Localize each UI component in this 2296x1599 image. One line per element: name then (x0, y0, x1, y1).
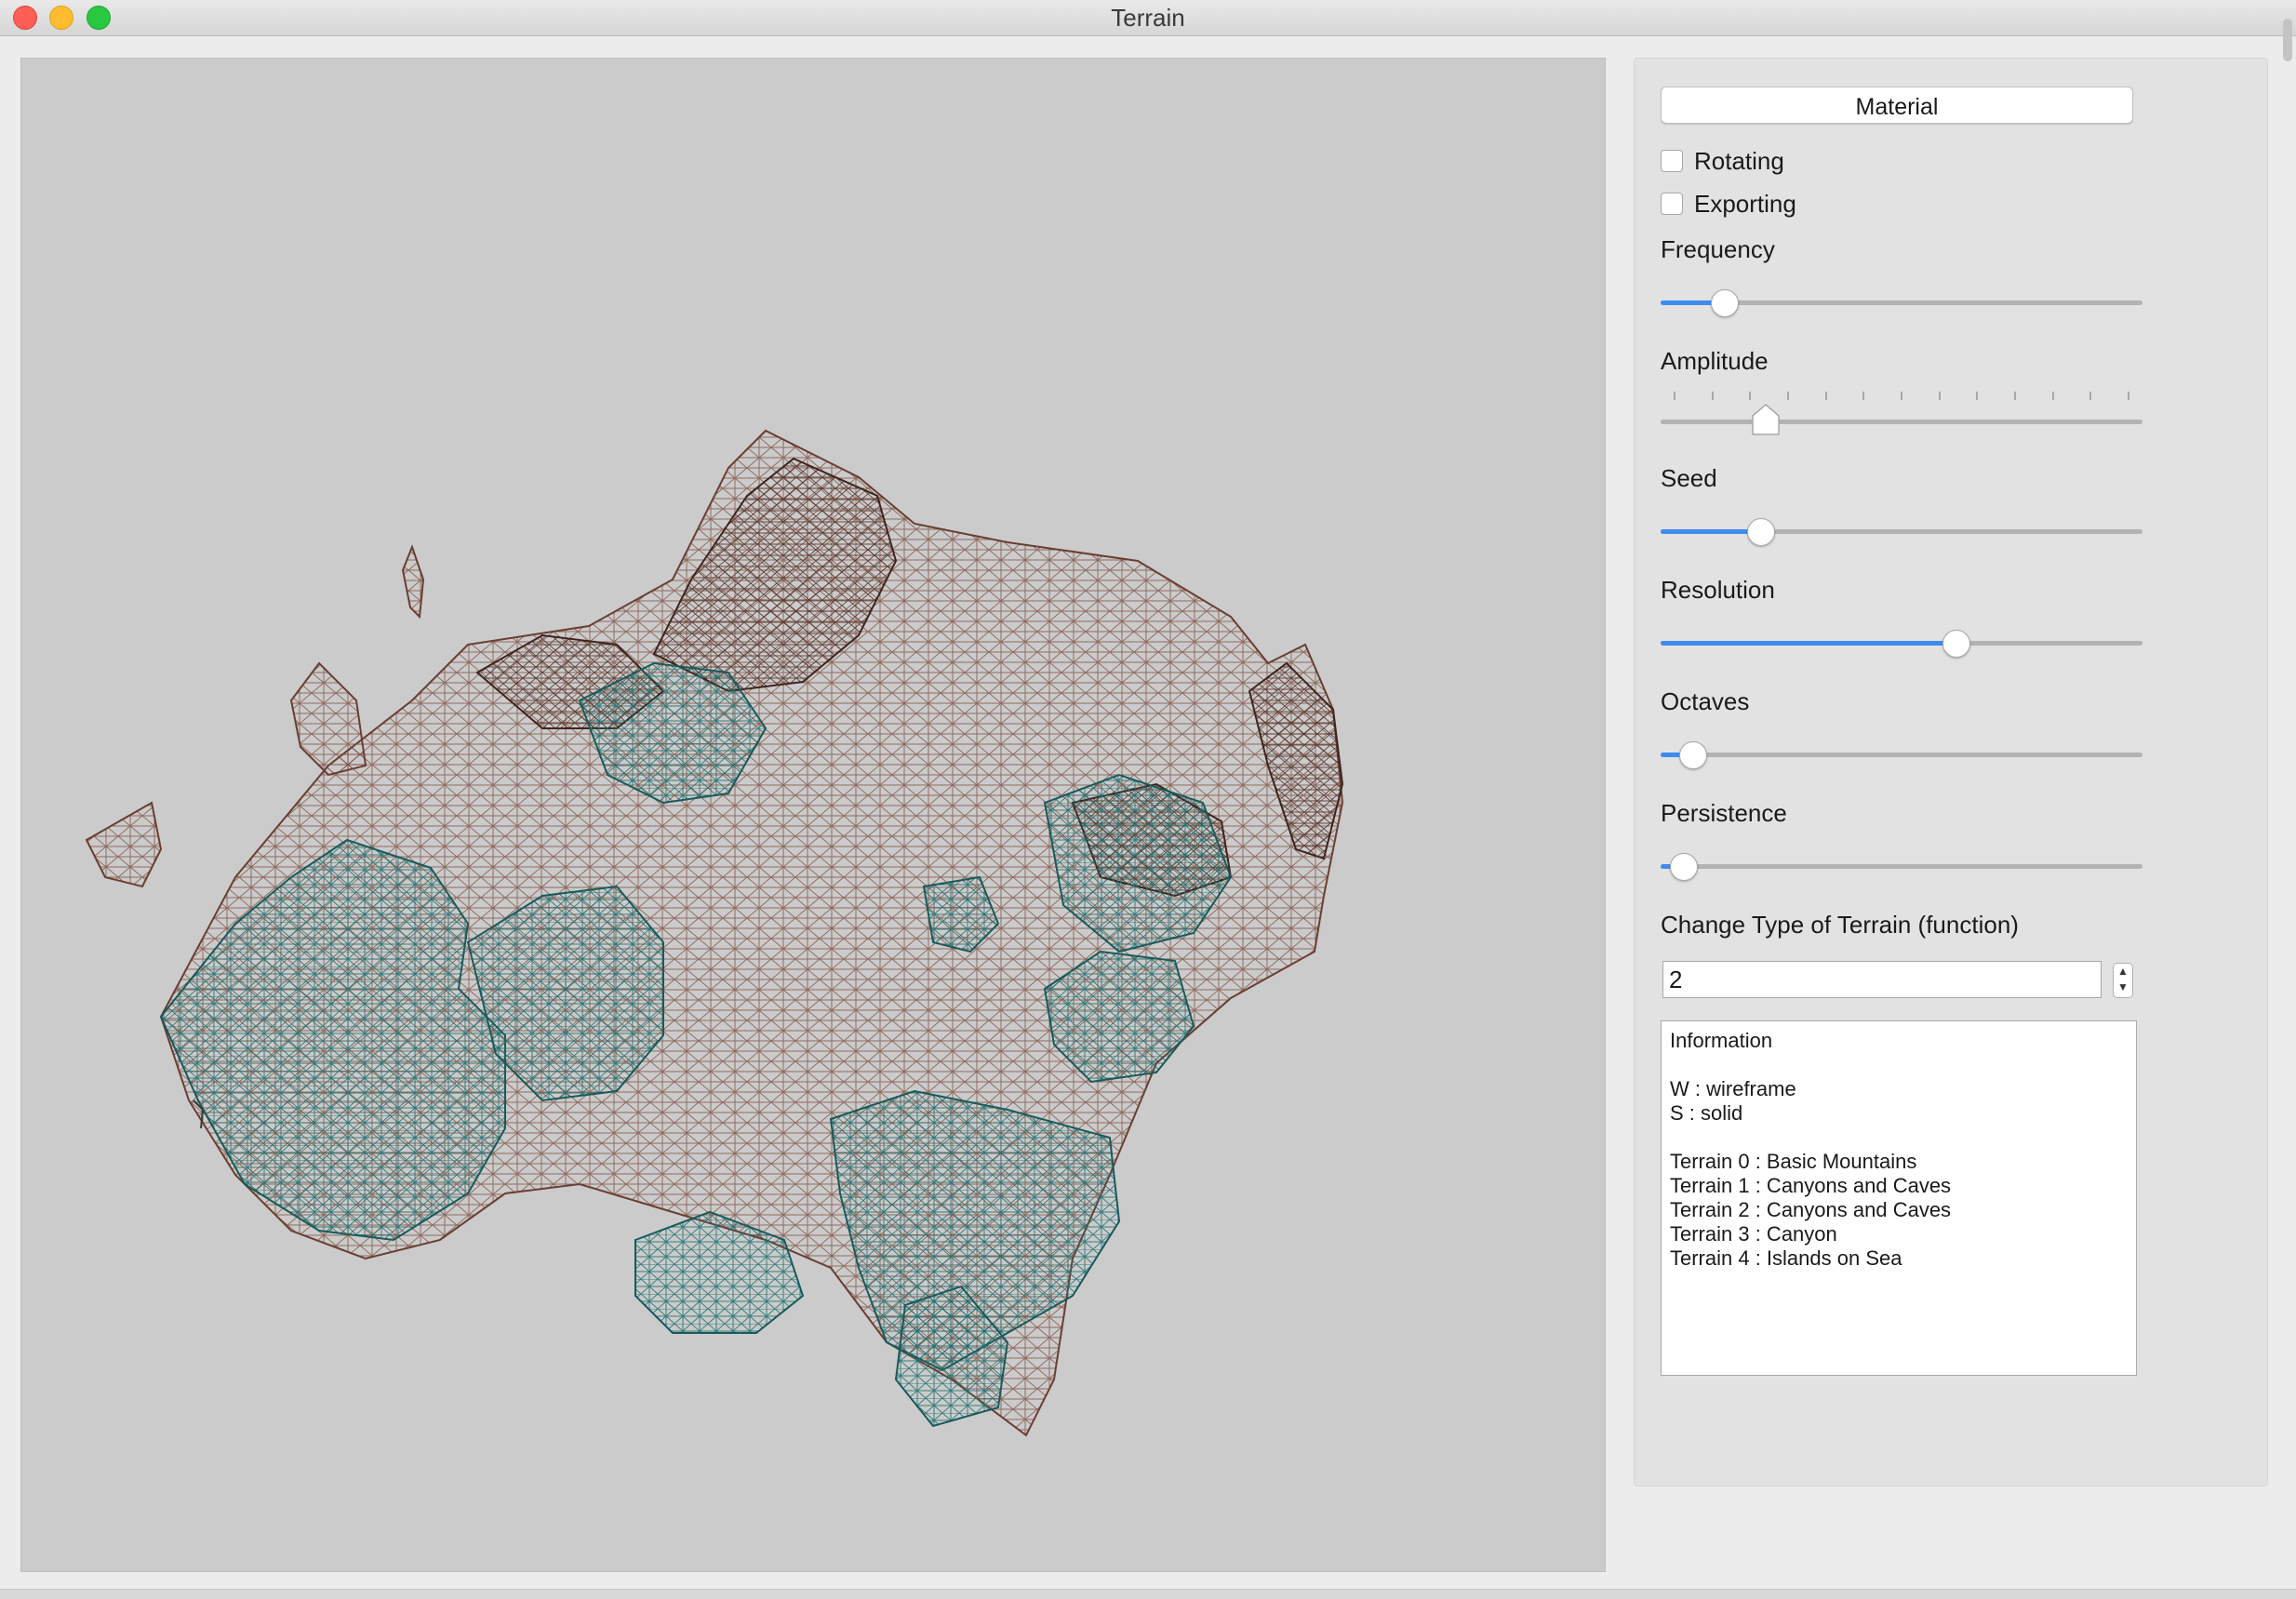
slider-knob[interactable] (1751, 403, 1781, 436)
resolution-slider[interactable] (1661, 626, 2142, 660)
info-line (1670, 1126, 2128, 1150)
info-line: Terrain 2 : Canyons and Caves (1670, 1198, 1952, 1221)
rotating-checkbox[interactable] (1661, 150, 1683, 172)
terrain-type-spinbox: 2 ▲ ▼ (1662, 961, 2137, 1002)
exporting-label: Exporting (1694, 189, 1796, 218)
info-line: Terrain 1 : Canyons and Caves (1670, 1174, 1952, 1197)
rotating-label: Rotating (1694, 146, 1784, 175)
terrain-type-label: Change Type of Terrain (function) (1661, 911, 2019, 939)
chevron-down-icon[interactable]: ▼ (2114, 979, 2132, 995)
terrain-viewport[interactable] (20, 58, 1606, 1572)
slider-tick (1901, 392, 1902, 400)
exporting-checkbox-row[interactable]: Exporting (1661, 189, 1796, 219)
window-title: Terrain (1111, 4, 1185, 32)
slider-tick (2051, 392, 2054, 400)
info-line: Terrain 0 : Basic Mountains (1670, 1150, 1917, 1173)
terrain-fragment (85, 801, 163, 888)
slider-fill (1661, 641, 1956, 646)
slider-tick (1674, 392, 1675, 400)
amplitude-label: Amplitude (1661, 347, 1769, 375)
information-text-area[interactable]: Information W : wireframe S : solid Terrain… (1661, 1020, 2137, 1376)
seed-slider[interactable] (1661, 514, 2142, 548)
slider-knob[interactable] (1746, 518, 1775, 546)
octaves-slider[interactable] (1661, 738, 2142, 771)
amplitude-slider[interactable] (1661, 392, 2142, 438)
slider-tick (1862, 392, 1865, 400)
persistence-label: Persistence (1661, 799, 1787, 827)
rotating-checkbox-row[interactable]: Rotating (1661, 146, 1784, 176)
settings-panel: Material Rotating Exporting Frequency Am… (1634, 58, 2268, 1486)
persistence-slider[interactable] (1661, 849, 2142, 883)
seed-label: Seed (1661, 464, 1717, 492)
octaves-label: Octaves (1661, 687, 1750, 715)
slider-tick (1787, 392, 1789, 400)
window-scrollbar[interactable] (2283, 19, 2292, 61)
info-line: W : wireframe (1670, 1077, 1796, 1100)
info-line: Terrain 3 : Canyon (1670, 1222, 1837, 1246)
info-line (1670, 1053, 2128, 1077)
chevron-up-icon[interactable]: ▲ (2114, 964, 2132, 979)
resolution-label: Resolution (1661, 576, 1775, 604)
title-bar: Terrain (0, 0, 2296, 36)
slider-tick (1824, 392, 1827, 400)
terrain-type-input[interactable]: 2 (1662, 961, 2102, 998)
exporting-checkbox[interactable] (1661, 193, 1683, 215)
terrain-fragment (401, 544, 425, 620)
slider-tick (1938, 392, 1941, 400)
slider-fill (1661, 529, 1761, 534)
slider-tick (2014, 392, 2016, 400)
frequency-slider[interactable] (1661, 286, 2142, 319)
bottom-edge (0, 1589, 2296, 1599)
slider-track (1661, 420, 2142, 424)
slider-knob[interactable] (1669, 853, 1698, 881)
material-button[interactable]: Material (1661, 87, 2133, 124)
slider-tick (2089, 392, 2092, 400)
info-line: Terrain 4 : Islands on Sea (1670, 1246, 1902, 1270)
slider-tick (1711, 392, 1714, 400)
slider-knob[interactable] (1710, 289, 1739, 317)
terrain-fragment (289, 661, 367, 777)
slider-ticks (1674, 392, 2129, 401)
slider-knob[interactable] (1678, 741, 1707, 769)
slider-track (1661, 753, 2142, 757)
slider-track (1661, 864, 2142, 869)
slider-tick (2128, 392, 2129, 400)
slider-tick (1976, 392, 1979, 400)
info-line: Information (1670, 1029, 1773, 1052)
slider-knob[interactable] (1942, 630, 1970, 658)
slider-tick (1749, 392, 1752, 400)
frequency-label: Frequency (1661, 235, 1775, 263)
terrain-wireframe (85, 429, 1344, 1437)
info-line: S : solid (1670, 1101, 1743, 1125)
spin-arrows[interactable]: ▲ ▼ (2113, 963, 2133, 998)
